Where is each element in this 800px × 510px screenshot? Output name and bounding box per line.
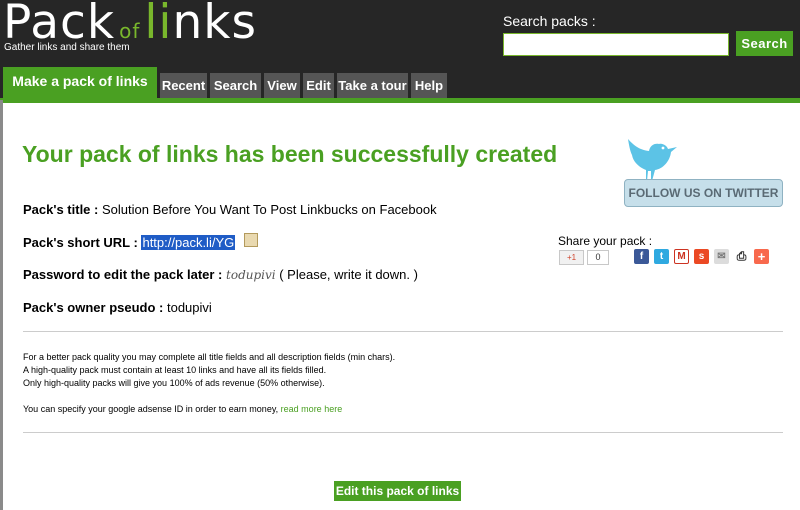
password-note: ( Please, write it down. ) [279, 267, 418, 282]
owner-row: Pack's owner pseudo : todupivi [23, 300, 212, 315]
tagline: Gather links and share them [4, 42, 130, 53]
search-input[interactable] [503, 33, 729, 56]
copy-icon[interactable] [244, 233, 258, 247]
search-button[interactable]: Search [736, 31, 793, 56]
twitter-icon[interactable]: t [654, 249, 669, 264]
edit-pack-button[interactable]: Edit this pack of links [334, 481, 461, 501]
follow-twitter-button[interactable]: FOLLOW US ON TWITTER [624, 179, 783, 207]
logo-part-of: of [119, 19, 141, 43]
owner-label: Pack's owner pseudo : [23, 300, 164, 315]
addthis-icon[interactable]: + [754, 249, 769, 264]
short-url-label: Pack's short URL : [23, 235, 138, 250]
content-left-border [0, 100, 3, 510]
password-row: Password to edit the pack later : todupi… [23, 267, 418, 282]
share-label: Share your pack : [558, 234, 653, 248]
tab-help[interactable]: Help [411, 73, 447, 98]
owner-value: todupivi [166, 300, 212, 315]
google-plus-count: 0 [587, 250, 609, 265]
logo-part-li: li [144, 0, 173, 50]
quality-note-line-3: Only high-quality packs will give you 10… [23, 378, 325, 388]
short-url-row: Pack's short URL : http://pack.li/YG [23, 235, 236, 250]
quality-note-line-2: A high-quality pack must contain at leas… [23, 365, 327, 375]
facebook-icon[interactable]: f [634, 249, 649, 264]
gmail-icon[interactable]: M [674, 249, 689, 264]
tab-search[interactable]: Search [210, 73, 261, 98]
stumbleupon-icon[interactable]: s [694, 249, 709, 264]
email-icon[interactable]: ✉ [714, 249, 729, 264]
adsense-note-text: You can specify your google adsense ID i… [23, 404, 279, 414]
tab-make-pack[interactable]: Make a pack of links [3, 67, 157, 100]
tab-take-a-tour[interactable]: Take a tour [337, 73, 408, 98]
divider-bottom [23, 432, 783, 433]
read-more-link[interactable]: read more here [281, 404, 343, 414]
page-title: Your pack of links has been successfully… [22, 141, 558, 167]
print-icon[interactable]: ⎙ [734, 249, 749, 264]
search-label: Search packs : [503, 13, 596, 29]
divider-top [23, 331, 783, 332]
adsense-note: You can specify your google adsense ID i… [23, 404, 342, 414]
logo-part-nks: nks [172, 0, 257, 50]
password-label: Password to edit the pack later : [23, 267, 223, 282]
tab-view[interactable]: View [264, 73, 300, 98]
pack-title-row: Pack's title : Solution Before You Want … [23, 202, 437, 217]
password-value: todupivi [226, 268, 276, 282]
tab-edit[interactable]: Edit [303, 73, 334, 98]
google-plus-one-button[interactable]: +1 [559, 250, 584, 265]
pack-title-value: Solution Before You Want To Post Linkbuc… [101, 202, 437, 217]
pack-title-label: Pack's title : [23, 202, 99, 217]
short-url-link[interactable]: http://pack.li/YG [141, 235, 236, 250]
quality-note-line-1: For a better pack quality you may comple… [23, 352, 396, 362]
tab-recent[interactable]: Recent [160, 73, 207, 98]
